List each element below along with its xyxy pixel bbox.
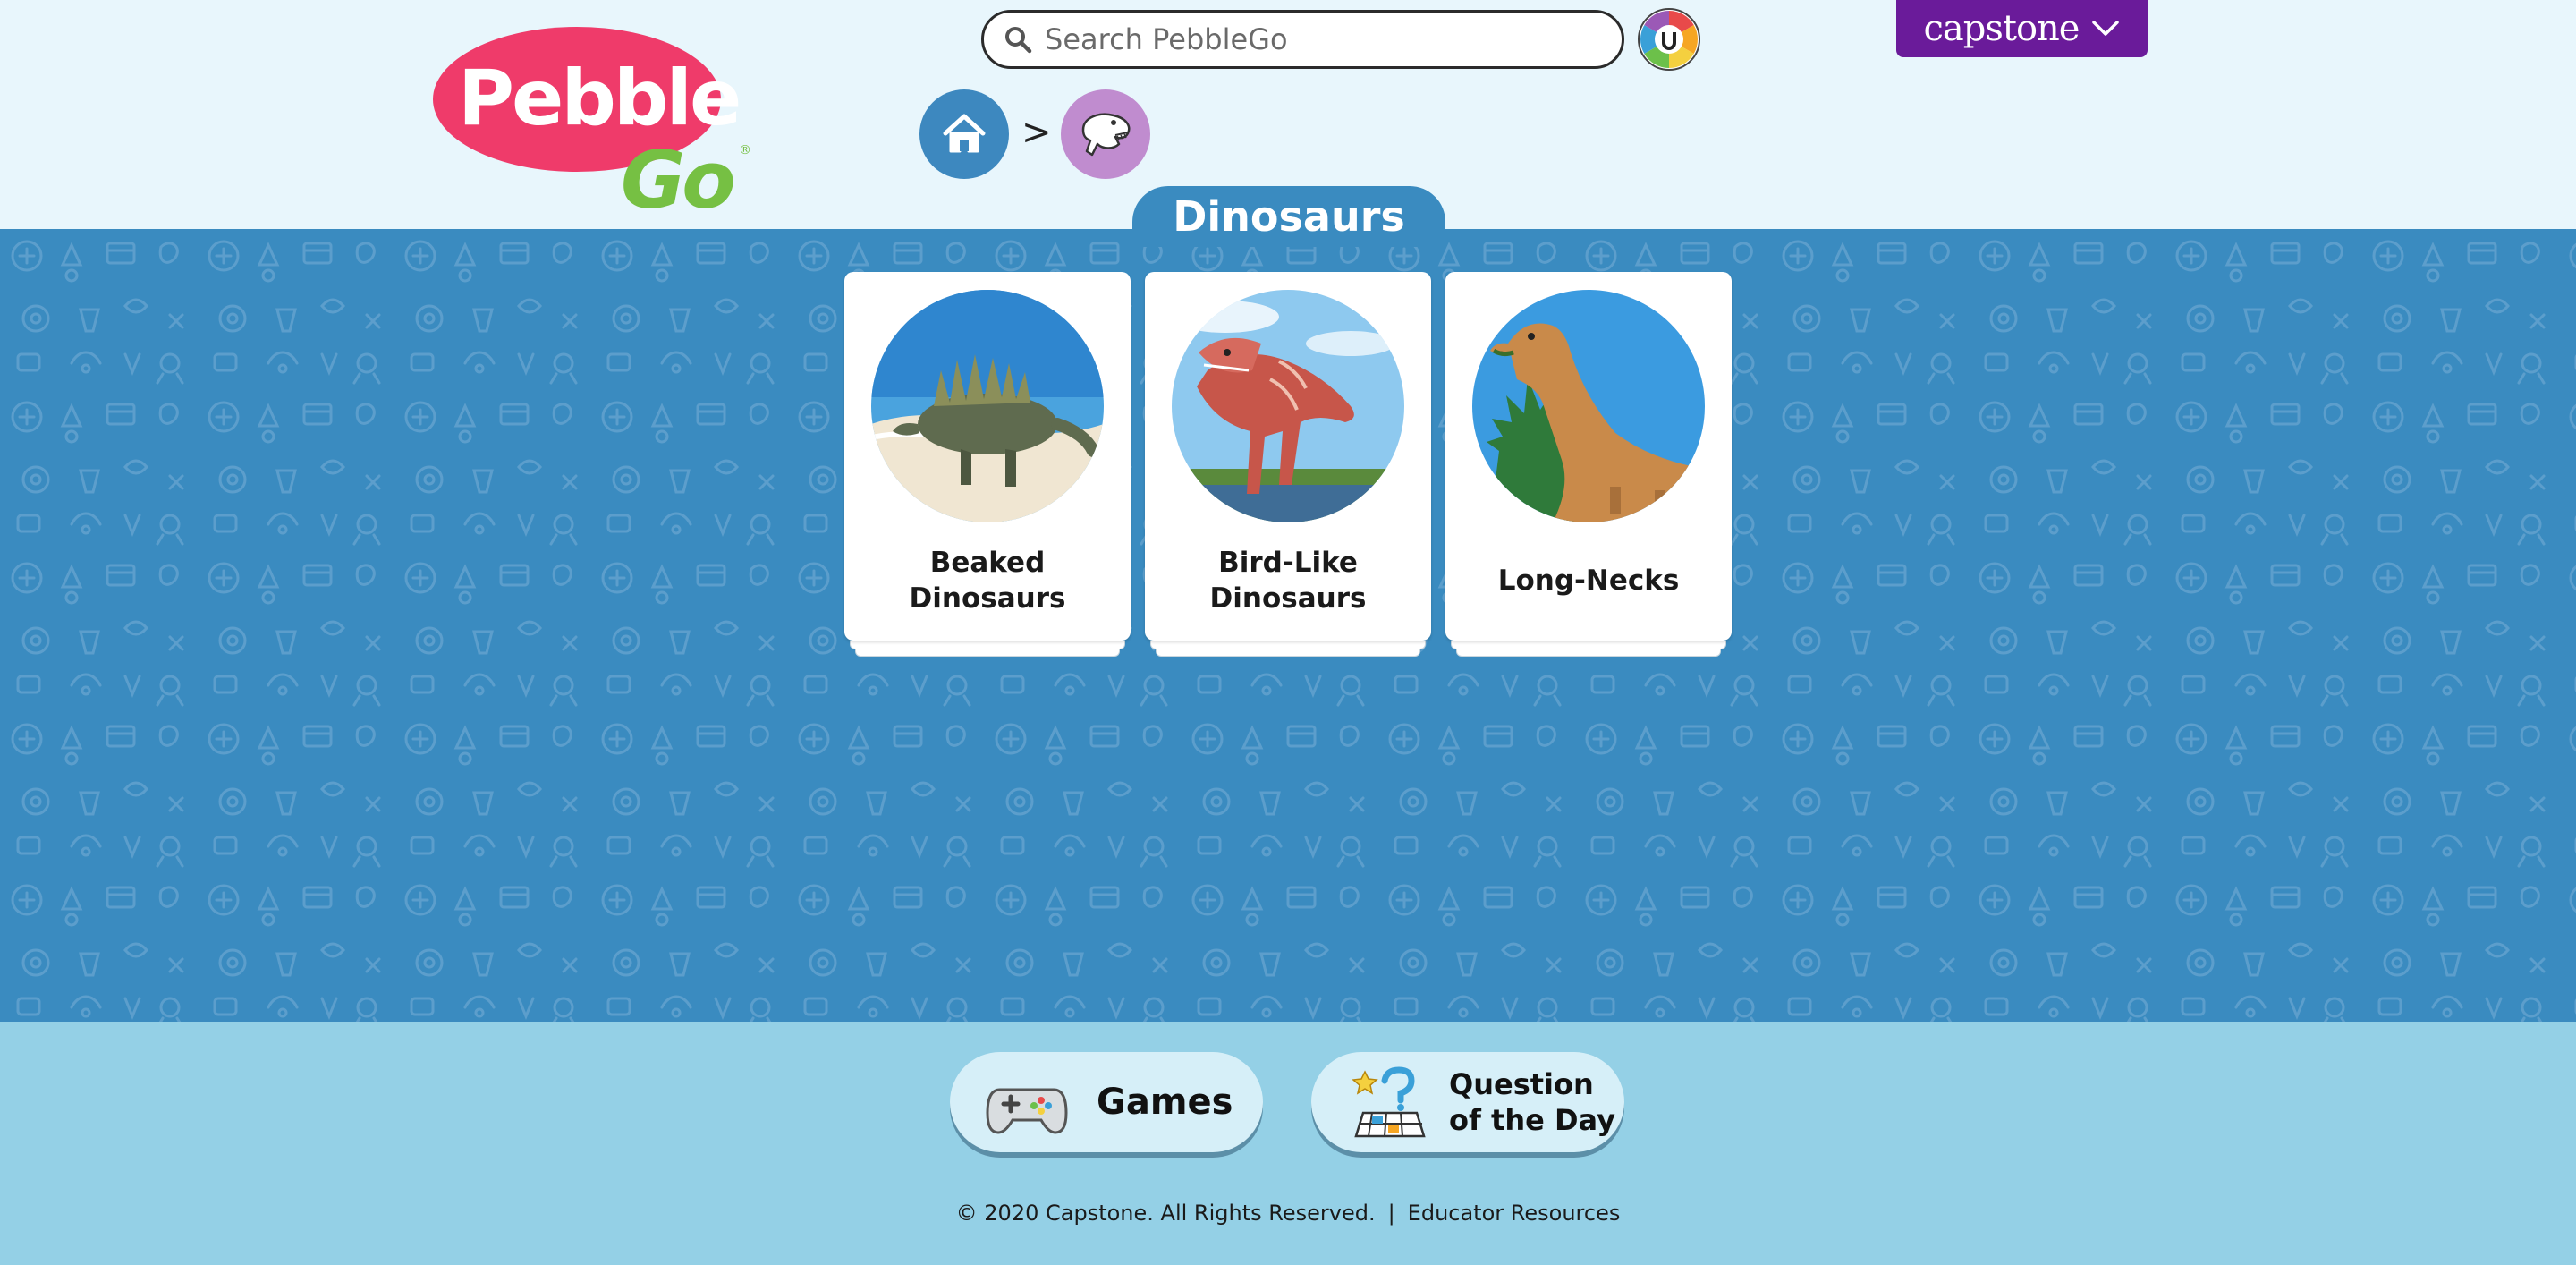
games-label: Games: [1097, 1082, 1233, 1123]
topic-card-long-necks[interactable]: Long-Necks: [1445, 272, 1732, 657]
logo-pebble-text: Pebble: [458, 54, 741, 143]
search-icon: [1005, 27, 1032, 54]
card-stack-edge: [1451, 641, 1726, 649]
card-face: Long-Necks: [1445, 272, 1732, 641]
copyright-bar: © 2020 Capstone. All Rights Reserved. | Ed…: [0, 1201, 2576, 1226]
card-label: Long-Necks: [1497, 565, 1680, 597]
capstone-label: capstone: [1923, 8, 2080, 49]
capstone-menu-button[interactable]: capstone: [1896, 0, 2148, 57]
question-of-the-day-label: Question of the Day: [1449, 1067, 1615, 1137]
dinosaur-icon: [1081, 113, 1131, 157]
breadcrumb-home-button[interactable]: [919, 89, 1009, 179]
chevron-down-icon: [2092, 21, 2120, 36]
logo-go-text: Go: [621, 134, 736, 226]
pebblego-logo[interactable]: Pebble Go ®: [433, 27, 755, 226]
breadcrumb-dinosaurs-button[interactable]: [1061, 89, 1150, 179]
home-icon: [943, 114, 986, 153]
logo-registered-mark: ®: [739, 143, 751, 157]
search-bar[interactable]: [981, 10, 1624, 69]
accessibility-toolbar-icon[interactable]: [1637, 7, 1701, 72]
search-input[interactable]: [1045, 22, 1617, 56]
game-controller-icon: [986, 1088, 1068, 1134]
page-title: Dinosaurs: [1132, 186, 1445, 247]
card-stack-edge: [850, 641, 1125, 649]
topic-card-beaked-dinosaurs[interactable]: Beaked Dinosaurs: [844, 272, 1131, 657]
card-face: Beaked Dinosaurs: [844, 272, 1131, 641]
card-label: Bird-Like Dinosaurs: [1209, 547, 1367, 615]
educator-resources-link[interactable]: Educator Resources: [1408, 1201, 1621, 1226]
copyright-text: © 2020 Capstone. All Rights Reserved.: [955, 1201, 1376, 1226]
beaked-dinosaur-image: [871, 290, 1104, 522]
footer-separator: |: [1387, 1201, 1395, 1226]
topic-card-bird-like-dinosaurs[interactable]: Bird-Like Dinosaurs: [1145, 272, 1431, 657]
card-label: Beaked Dinosaurs: [909, 547, 1066, 615]
long-neck-dinosaur-image: [1472, 290, 1705, 522]
games-button[interactable]: Games: [950, 1052, 1263, 1152]
card-stack-edge: [1150, 641, 1426, 649]
question-of-the-day-icon: [1352, 1066, 1426, 1138]
question-of-the-day-button[interactable]: Question of the Day: [1311, 1052, 1624, 1152]
footer: Games Question of the Day © 2020 Capston…: [0, 1022, 2576, 1265]
bird-like-dinosaur-image: [1172, 290, 1404, 522]
breadcrumb-separator: >: [1021, 112, 1052, 153]
card-face: Bird-Like Dinosaurs: [1145, 272, 1431, 641]
